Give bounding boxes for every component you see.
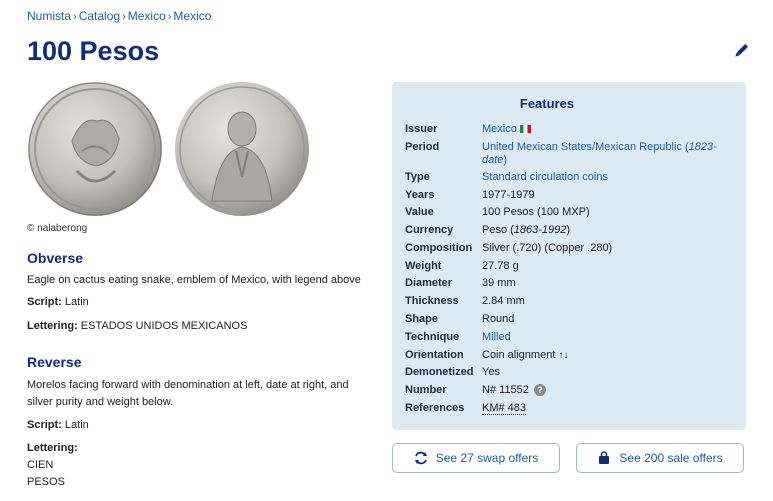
obverse-description: Eagle on cactus eating snake, emblem of … <box>27 274 361 286</box>
coin-alignment-icon: ↑↓ <box>558 350 569 361</box>
demonetized-value: Yes <box>482 366 500 378</box>
feature-label: Thickness <box>405 295 459 307</box>
currency-close: ) <box>566 224 571 236</box>
image-credit: © nalaberong <box>27 223 88 234</box>
feature-label: Value <box>405 206 434 218</box>
feature-label: Technique <box>405 331 460 343</box>
obverse-script: Script: Latin <box>27 294 372 311</box>
breadcrumb-separator: › <box>167 11 172 23</box>
sale-offers-label[interactable]: See 200 sale offers <box>619 451 722 465</box>
feature-label: Orientation <box>405 349 464 361</box>
breadcrumb-mexico-country[interactable]: Mexico <box>128 9 166 23</box>
period-value[interactable]: United Mexican States/Mexican Republic ( <box>482 141 689 153</box>
feature-label: Demonetized <box>405 366 474 378</box>
feature-label: Weight <box>405 260 442 272</box>
feature-label: Period <box>405 141 440 153</box>
issuer-value[interactable]: Mexico <box>482 123 517 135</box>
shape-value: Round <box>482 313 515 325</box>
reverse-lettering-label: Lettering: <box>27 440 372 457</box>
breadcrumb-catalog[interactable]: Catalog <box>79 9 120 23</box>
reverse-lettering-line: PESOS <box>27 476 65 488</box>
feature-label: Diameter <box>405 277 453 289</box>
breadcrumb-numista[interactable]: Numista <box>27 9 71 23</box>
diameter-value: 39 mm <box>482 277 516 289</box>
feature-label: Issuer <box>405 123 438 135</box>
help-icon[interactable]: ? <box>533 384 546 396</box>
feature-label: References <box>405 402 465 414</box>
feature-label: Currency <box>405 224 454 236</box>
feature-label: Type <box>405 171 430 183</box>
sale-offers-button[interactable]: See 200 sale offers <box>576 443 744 473</box>
shopping-bag-icon <box>599 451 610 464</box>
reverse-description: Morelos facing forward with denomination… <box>27 379 349 408</box>
breadcrumb-separator: › <box>122 11 126 23</box>
references-value: KM# 483 <box>482 402 732 415</box>
feature-label: Shape <box>405 313 439 325</box>
reverse-script: Script: Latin <box>27 417 372 434</box>
obverse-script-value: Latin <box>64 296 89 308</box>
obverse-lettering-label: Lettering: <box>27 320 78 332</box>
period-close[interactable]: ) <box>503 154 507 166</box>
number-value: N# 11552? <box>482 384 732 397</box>
thickness-value: 2.84 mm <box>482 295 525 307</box>
breadcrumb: Numista › Catalog › Mexico › Mexico <box>27 9 211 23</box>
reverse-coin-image[interactable] <box>174 81 310 217</box>
reverse-script-label: Script: <box>27 419 62 431</box>
obverse-script-label: Script: <box>27 296 62 308</box>
orientation-text: Coin alignment <box>482 349 556 361</box>
feature-label: Years <box>405 189 435 201</box>
value-value: 100 Pesos (100 MXP) <box>482 206 590 218</box>
reverse-script-value: Latin <box>64 419 89 431</box>
swap-offers-label[interactable]: See 27 swap offers <box>436 451 539 465</box>
period-link[interactable]: United Mexican States/Mexican Republic (… <box>482 141 732 167</box>
reverse-heading: Reverse <box>27 354 82 370</box>
reverse-lettering-line: CIEN <box>27 459 54 471</box>
breadcrumb-separator: › <box>73 11 77 23</box>
currency-value: Peso (1863-1992) <box>482 224 732 237</box>
type-link[interactable]: Standard circulation coins <box>482 171 732 184</box>
swap-icon <box>414 451 427 465</box>
obverse-lettering-value: ESTADOS UNIDOS MEXICANOS <box>80 320 248 332</box>
currency-text: Peso ( <box>482 224 514 236</box>
issuer-link[interactable]: Mexico <box>482 123 732 136</box>
number-text: N# 11552 <box>482 384 529 396</box>
breadcrumb-mexico-issuer[interactable]: Mexico <box>173 9 211 23</box>
features-heading: Features <box>519 96 575 111</box>
page-title: 100 Pesos <box>27 36 160 66</box>
obverse-coin-image[interactable] <box>27 81 163 217</box>
obverse-lettering: Lettering: ESTADOS UNIDOS MEXICANOS <box>27 318 372 335</box>
mexico-flag-icon <box>519 125 531 134</box>
references-link[interactable]: KM# 483 <box>482 402 527 415</box>
swap-offers-button[interactable]: See 27 swap offers <box>392 443 560 473</box>
feature-label: Composition <box>405 242 473 254</box>
obverse-heading: Obverse <box>27 250 84 266</box>
orientation-value: Coin alignment ↑↓ <box>482 349 732 362</box>
features-panel: Features Issuer Mexico Period United Mex… <box>392 82 746 430</box>
technique-link[interactable]: Milled <box>482 331 732 344</box>
reverse-lettering-label-text: Lettering: <box>27 442 78 454</box>
years-value: 1977-1979 <box>482 189 535 201</box>
edit-pencil-icon[interactable] <box>732 42 750 60</box>
composition-value: Silver (.720) (Copper .280) <box>482 242 613 254</box>
feature-label: Number <box>405 384 447 396</box>
currency-dates: 1863-1992 <box>513 224 567 236</box>
weight-value: 27.78 g <box>482 260 519 272</box>
